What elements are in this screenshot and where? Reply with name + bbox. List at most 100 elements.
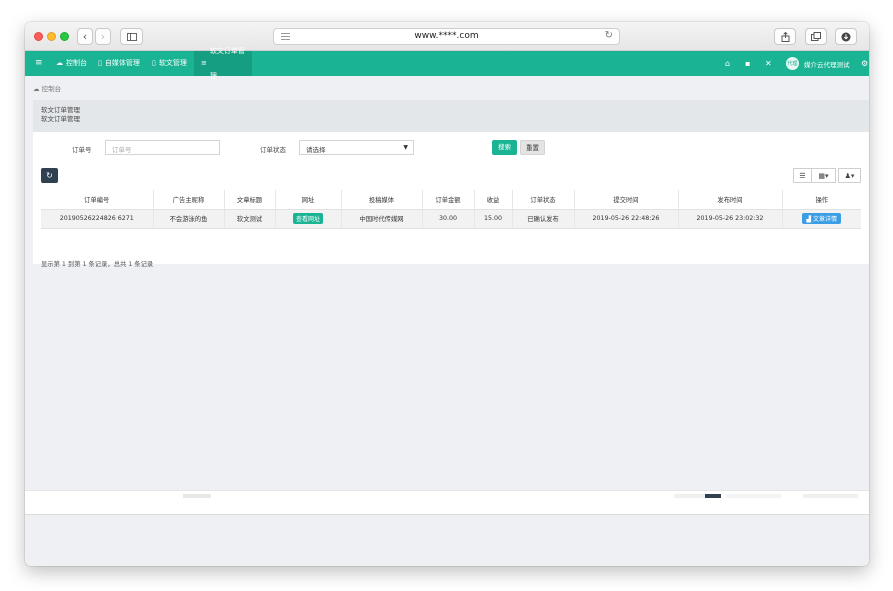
sidebar-toggle-button[interactable] [120, 28, 143, 45]
trash-icon: ▪ [745, 59, 751, 68]
share-icon [781, 31, 789, 42]
bar-chart-icon: ▟ [806, 216, 812, 223]
main-panel: 订单号 订单号 订单状态 请选择 ▼ 搜索 重置 ↻ ☰ ▦▾ ♟▾ 订单编号 … [33, 132, 869, 268]
file-icon: ▯ [152, 59, 156, 67]
breadcrumb-label: 控制台 [41, 85, 62, 93]
avatar: 代理 [786, 57, 799, 70]
view-url-button[interactable]: 查看网址 [292, 213, 323, 224]
forward-button[interactable]: › [95, 28, 111, 45]
page-subtitle: 软文订单管理 [41, 115, 80, 123]
toggle-view-button[interactable]: ☰ [793, 168, 812, 183]
column-header[interactable]: 订单金额 [421, 190, 474, 210]
close-window-button[interactable] [34, 32, 43, 41]
status-cell: 已确认发布 [511, 209, 574, 229]
chevron-left-icon: ‹ [82, 30, 88, 43]
user-name: 媒介云代理测试 [804, 60, 850, 69]
caret-down-icon: ▼ [403, 144, 408, 151]
page-footer [25, 514, 869, 566]
column-header[interactable]: 操作 [781, 190, 861, 210]
list-icon: ☰ [799, 171, 806, 180]
url-cell: 查看网址 [274, 209, 341, 229]
downloads-button[interactable] [835, 28, 857, 45]
refresh-icon: ↻ [46, 171, 53, 180]
list-icon: ≡ [201, 59, 207, 67]
dashboard-icon: ☁ [56, 59, 63, 67]
column-header[interactable]: 订单状态 [511, 190, 574, 210]
url-text: www.****.com [414, 31, 479, 41]
nav-item-article-orders[interactable]: ≡ 软文订单管理 [194, 47, 252, 80]
page-header: 软文订单管理 软文订单管理 [33, 100, 869, 132]
order-no-label: 订单号 [72, 146, 92, 154]
order-status-select[interactable]: 请选择 ▼ [299, 140, 414, 155]
reload-icon[interactable]: ↻ [605, 30, 613, 41]
browser-titlebar: ‹ › www.****.com ↻ [25, 22, 869, 51]
nav-item-article-management[interactable]: ▯ 软文管理 [145, 51, 194, 76]
top-navbar: ≡ ☁ 控制台 ▯ 自媒体管理 ▯ 软文管理 ≡ 软文订单管理 ⌂ ▪ ✕ 代理… [25, 47, 869, 80]
file-icon: ▯ [98, 59, 102, 67]
home-button[interactable]: ⌂ [725, 51, 730, 76]
column-header[interactable]: 提交时间 [573, 190, 678, 210]
pager-item[interactable] [674, 494, 705, 498]
column-header[interactable]: 文章标题 [223, 190, 275, 210]
nav-item-dashboard[interactable]: ☁ 控制台 [49, 51, 94, 76]
order-no-placeholder: 订单号 [112, 146, 132, 154]
settings-button[interactable]: ⚙ [861, 51, 868, 76]
column-header[interactable]: 投稿媒体 [340, 190, 422, 210]
tabs-icon [811, 32, 821, 41]
export-button[interactable]: ♟▾ [838, 168, 861, 183]
expand-icon: ✕ [765, 59, 772, 68]
pager-item-active[interactable] [705, 494, 721, 498]
amount-cell: 30.00 [421, 209, 474, 229]
article-detail-button[interactable]: ▟ 文章详情 [802, 213, 842, 224]
title-cell: 软文测试 [223, 209, 275, 229]
browser-window: ‹ › www.****.com ↻ ≡ ☁ 控制台 ▯ 自媒体管理 ▯ 软文管… [25, 22, 869, 566]
refresh-button[interactable]: ↻ [41, 168, 58, 183]
publish-time-cell: 2019-05-26 23:02:32 [677, 209, 782, 229]
zoom-window-button[interactable] [60, 32, 69, 41]
nav-item-label: 控制台 [66, 59, 87, 67]
dashboard-icon: ☁ [33, 85, 40, 93]
delete-cache-button[interactable]: ▪ [745, 51, 750, 76]
advertiser-cell: 不会游泳的鱼 [152, 209, 224, 229]
search-button[interactable]: 搜索 [492, 140, 517, 155]
order-no-cell: 20190526224826 6271 [41, 209, 153, 229]
order-no-input[interactable]: 订单号 [105, 140, 220, 155]
order-status-value: 请选择 [306, 146, 326, 154]
columns-button[interactable]: ▦▾ [812, 168, 836, 183]
pagination-summary: 显示第 1 到第 1 条记录，总共 1 条记录 [41, 261, 154, 268]
user-menu[interactable]: 代理 媒介云代理测试 [786, 51, 850, 76]
scroll-thumb[interactable] [183, 494, 211, 498]
share-button[interactable] [774, 28, 796, 45]
sidebar-icon [126, 32, 137, 41]
orders-table: 订单编号 广告主昵称 文章标题 网址 投稿媒体 订单金额 收益 订单状态 提交时… [41, 190, 861, 229]
column-header[interactable]: 广告主昵称 [152, 190, 224, 210]
minimize-window-button[interactable] [47, 32, 56, 41]
tabs-button[interactable] [805, 28, 827, 45]
menu-icon: ≡ [35, 58, 43, 68]
fullscreen-button[interactable]: ✕ [765, 51, 772, 76]
columns-icon: ▦▾ [818, 171, 829, 180]
nav-item-label: 软文管理 [158, 59, 187, 67]
page-title: 软文订单管理 [41, 106, 80, 114]
user-icon: ♟▾ [844, 171, 855, 180]
profit-cell: 15.00 [473, 209, 512, 229]
chevron-right-icon: › [100, 30, 106, 43]
column-header[interactable]: 订单编号 [41, 190, 153, 210]
reset-button[interactable]: 重置 [520, 140, 545, 155]
nav-item-media-management[interactable]: ▯ 自媒体管理 [91, 51, 147, 76]
menu-toggle-button[interactable]: ≡ [28, 51, 50, 76]
breadcrumb[interactable]: ☁ 控制台 [33, 83, 61, 93]
pager-item[interactable] [803, 494, 858, 498]
column-header[interactable]: 网址 [274, 190, 341, 210]
table-row: 20190526224826 6271 不会游泳的鱼 软文测试 查看网址 中国时… [41, 209, 861, 229]
table-toolbar: ☰ ▦▾ [793, 168, 836, 183]
address-bar[interactable]: www.****.com ↻ [273, 28, 620, 45]
nav-item-label: 自媒体管理 [104, 59, 140, 67]
back-button[interactable]: ‹ [77, 28, 93, 45]
action-cell: ▟ 文章详情 [781, 209, 861, 229]
pager-item[interactable] [725, 494, 781, 498]
column-header[interactable]: 收益 [473, 190, 512, 210]
column-header[interactable]: 发布时间 [677, 190, 782, 210]
footer-strip [25, 490, 869, 514]
download-icon [841, 32, 851, 41]
